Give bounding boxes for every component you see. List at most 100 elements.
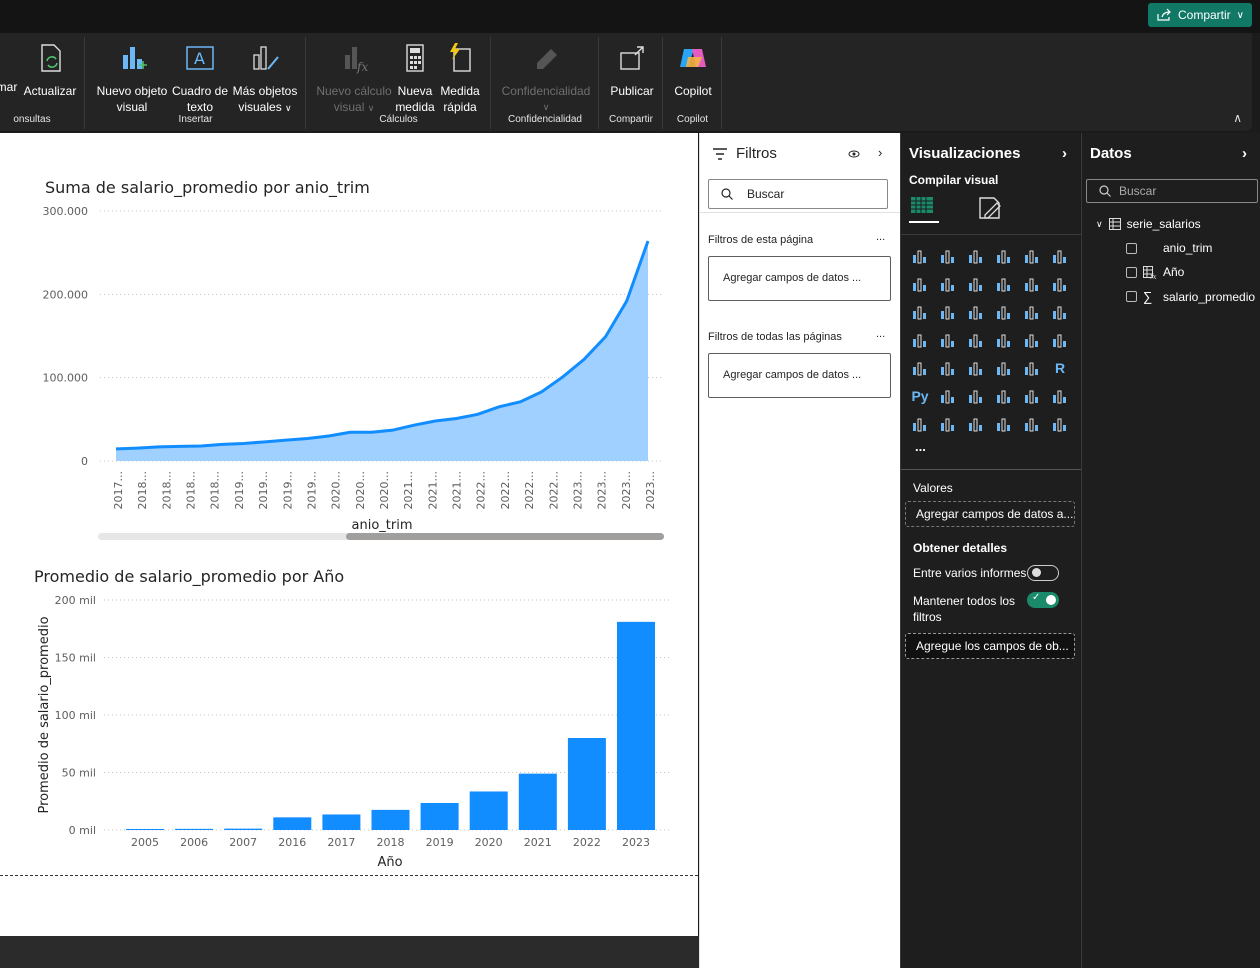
paginated-icon[interactable] bbox=[907, 411, 933, 437]
collapse-ribbon-icon[interactable]: ∧ bbox=[1233, 111, 1242, 125]
x-tick-label: 2017... bbox=[112, 471, 125, 509]
area-chart[interactable]: 300.000 200.000 100.000 0 2017... 2018... 2018… bbox=[0, 193, 698, 613]
cross-report-toggle[interactable] bbox=[1027, 565, 1059, 581]
qa-icon[interactable] bbox=[991, 383, 1017, 409]
stacked-bar-icon[interactable] bbox=[907, 243, 933, 269]
y-tick-label: 0 bbox=[81, 455, 88, 468]
bar-chart[interactable]: 200 mil 150 mil 100 mil 50 mil 0 mil 2005 2006… bbox=[0, 588, 698, 878]
matrix-icon[interactable] bbox=[1019, 355, 1045, 381]
all-pages-filters-dropzone[interactable]: Agregar campos de datos ... bbox=[708, 353, 891, 398]
x-tick-label: 2018... bbox=[160, 471, 173, 509]
quick-measure-button[interactable]: Medida rápida bbox=[435, 41, 485, 115]
key-influencers-icon[interactable] bbox=[935, 383, 961, 409]
textbox-icon: A bbox=[186, 46, 214, 70]
new-visual-label-1: Nuevo objeto bbox=[96, 84, 168, 98]
field-checkbox[interactable] bbox=[1126, 242, 1137, 254]
field-row[interactable]: fx Año bbox=[1126, 265, 1184, 279]
filled-map-icon[interactable] bbox=[963, 327, 989, 353]
waterfall-icon[interactable] bbox=[1019, 271, 1045, 297]
keep-filters-toggle[interactable]: ✓ bbox=[1027, 592, 1059, 608]
sensitivity-button[interactable]: Confidencialidad ∨ bbox=[496, 41, 596, 115]
transform-button[interactable]: mar bbox=[0, 41, 22, 95]
new-measure-button[interactable]: Nueva medida bbox=[395, 41, 435, 115]
bar bbox=[224, 828, 263, 830]
all-pages-filters-more-button[interactable]: ... bbox=[876, 328, 885, 340]
gauge-icon[interactable] bbox=[1019, 327, 1045, 353]
metrics-icon[interactable] bbox=[935, 411, 961, 437]
ribbon-chart-icon[interactable] bbox=[935, 299, 961, 325]
x-tick-label: 2019... bbox=[233, 471, 246, 509]
power-automate-icon[interactable] bbox=[991, 411, 1017, 437]
data-search-placeholder: Buscar bbox=[1119, 184, 1157, 198]
r-visual-icon[interactable]: R bbox=[1047, 355, 1073, 381]
100-bar-icon[interactable] bbox=[1019, 243, 1045, 269]
donut-icon[interactable] bbox=[1047, 299, 1073, 325]
new-visual-button[interactable]: Nuevo objeto visual bbox=[94, 41, 170, 115]
refresh-label: Actualizar bbox=[23, 84, 77, 98]
field-row[interactable]: ∑ salario_promedio bbox=[1126, 289, 1255, 304]
slicer-icon[interactable] bbox=[963, 355, 989, 381]
build-visual-label: Compilar visual bbox=[909, 173, 999, 187]
chevron-icon[interactable] bbox=[1047, 411, 1073, 437]
filters-search-input[interactable]: Buscar bbox=[708, 179, 888, 209]
power-apps-icon[interactable] bbox=[963, 411, 989, 437]
pie-icon[interactable] bbox=[1019, 299, 1045, 325]
field-checkbox[interactable] bbox=[1126, 266, 1137, 278]
bar bbox=[469, 791, 508, 830]
line-icon[interactable] bbox=[907, 271, 933, 297]
group-insertar: Nuevo objeto visual A Cuadro de texto Má… bbox=[86, 37, 306, 129]
data-search-input[interactable]: Buscar bbox=[1086, 179, 1258, 203]
decomposition-icon[interactable] bbox=[963, 383, 989, 409]
more-visuals-label-2: visuales bbox=[238, 100, 282, 114]
card-icon[interactable] bbox=[1047, 327, 1073, 353]
field-row[interactable]: anio_trim bbox=[1126, 241, 1212, 255]
area-icon[interactable] bbox=[935, 271, 961, 297]
collapse-viz-icon[interactable]: › bbox=[1062, 145, 1067, 162]
share-button[interactable]: Compartir ∨ bbox=[1147, 3, 1252, 27]
new-visual-calc-button[interactable]: fx Nuevo cálculo visual ∨ bbox=[313, 41, 395, 116]
scatter-icon[interactable] bbox=[991, 299, 1017, 325]
stacked-area-icon[interactable] bbox=[963, 271, 989, 297]
line-column-icon[interactable] bbox=[1047, 271, 1073, 297]
python-visual-icon[interactable]: Py bbox=[907, 383, 933, 409]
page-filters-more-button[interactable]: ... bbox=[876, 231, 885, 243]
page-filters-dropzone[interactable]: Agregar campos de datos ... bbox=[708, 256, 891, 301]
multirow-card-icon[interactable] bbox=[907, 355, 933, 381]
100-column-icon[interactable] bbox=[1047, 243, 1073, 269]
table-icon[interactable] bbox=[991, 355, 1017, 381]
eye-icon[interactable] bbox=[848, 149, 860, 159]
x-tick-label: 2019... bbox=[305, 471, 318, 509]
field-checkbox[interactable] bbox=[1126, 291, 1137, 302]
textbox-button[interactable]: A Cuadro de texto bbox=[170, 41, 230, 115]
collapse-filters-icon[interactable]: › bbox=[878, 145, 882, 160]
drillthrough-dropzone[interactable]: Agregue los campos de ob... bbox=[905, 633, 1075, 659]
narrative-icon[interactable] bbox=[1019, 383, 1045, 409]
more-visuals-button[interactable]: Más objetos visuales ∨ bbox=[230, 41, 300, 116]
funnel-icon[interactable] bbox=[963, 299, 989, 325]
format-visual-tab[interactable] bbox=[977, 195, 1003, 226]
collapse-data-icon[interactable]: › bbox=[1242, 145, 1247, 162]
values-dropzone[interactable]: Agregar campos de datos a... bbox=[905, 501, 1075, 527]
build-visual-tab[interactable] bbox=[909, 193, 939, 223]
bar bbox=[518, 773, 557, 830]
stacked-column-icon[interactable] bbox=[935, 243, 961, 269]
map-icon[interactable] bbox=[935, 327, 961, 353]
x-tick-label: 2018 bbox=[377, 836, 405, 849]
diamond-icon[interactable] bbox=[1019, 411, 1045, 437]
publish-button[interactable]: Publicar bbox=[606, 41, 658, 99]
refresh-button[interactable]: Actualizar bbox=[22, 41, 78, 99]
clustered-bar-icon[interactable] bbox=[963, 243, 989, 269]
treemap-icon[interactable] bbox=[907, 327, 933, 353]
more-visuals-icon[interactable]: ... bbox=[915, 439, 926, 454]
bar bbox=[371, 809, 410, 830]
kpi-icon[interactable] bbox=[935, 355, 961, 381]
copilot-button[interactable]: Copilot bbox=[668, 41, 718, 99]
azure-map-icon[interactable] bbox=[991, 327, 1017, 353]
goals-icon[interactable] bbox=[1047, 383, 1073, 409]
clustered-column-icon[interactable] bbox=[991, 243, 1017, 269]
svg-text:fx: fx bbox=[356, 60, 368, 74]
line-clustered-icon[interactable] bbox=[907, 299, 933, 325]
group-consultas: mar Actualizar onsultas bbox=[0, 37, 85, 129]
table-node[interactable]: ∨ serie_salarios bbox=[1096, 217, 1201, 231]
ribbon-icon[interactable] bbox=[991, 271, 1017, 297]
